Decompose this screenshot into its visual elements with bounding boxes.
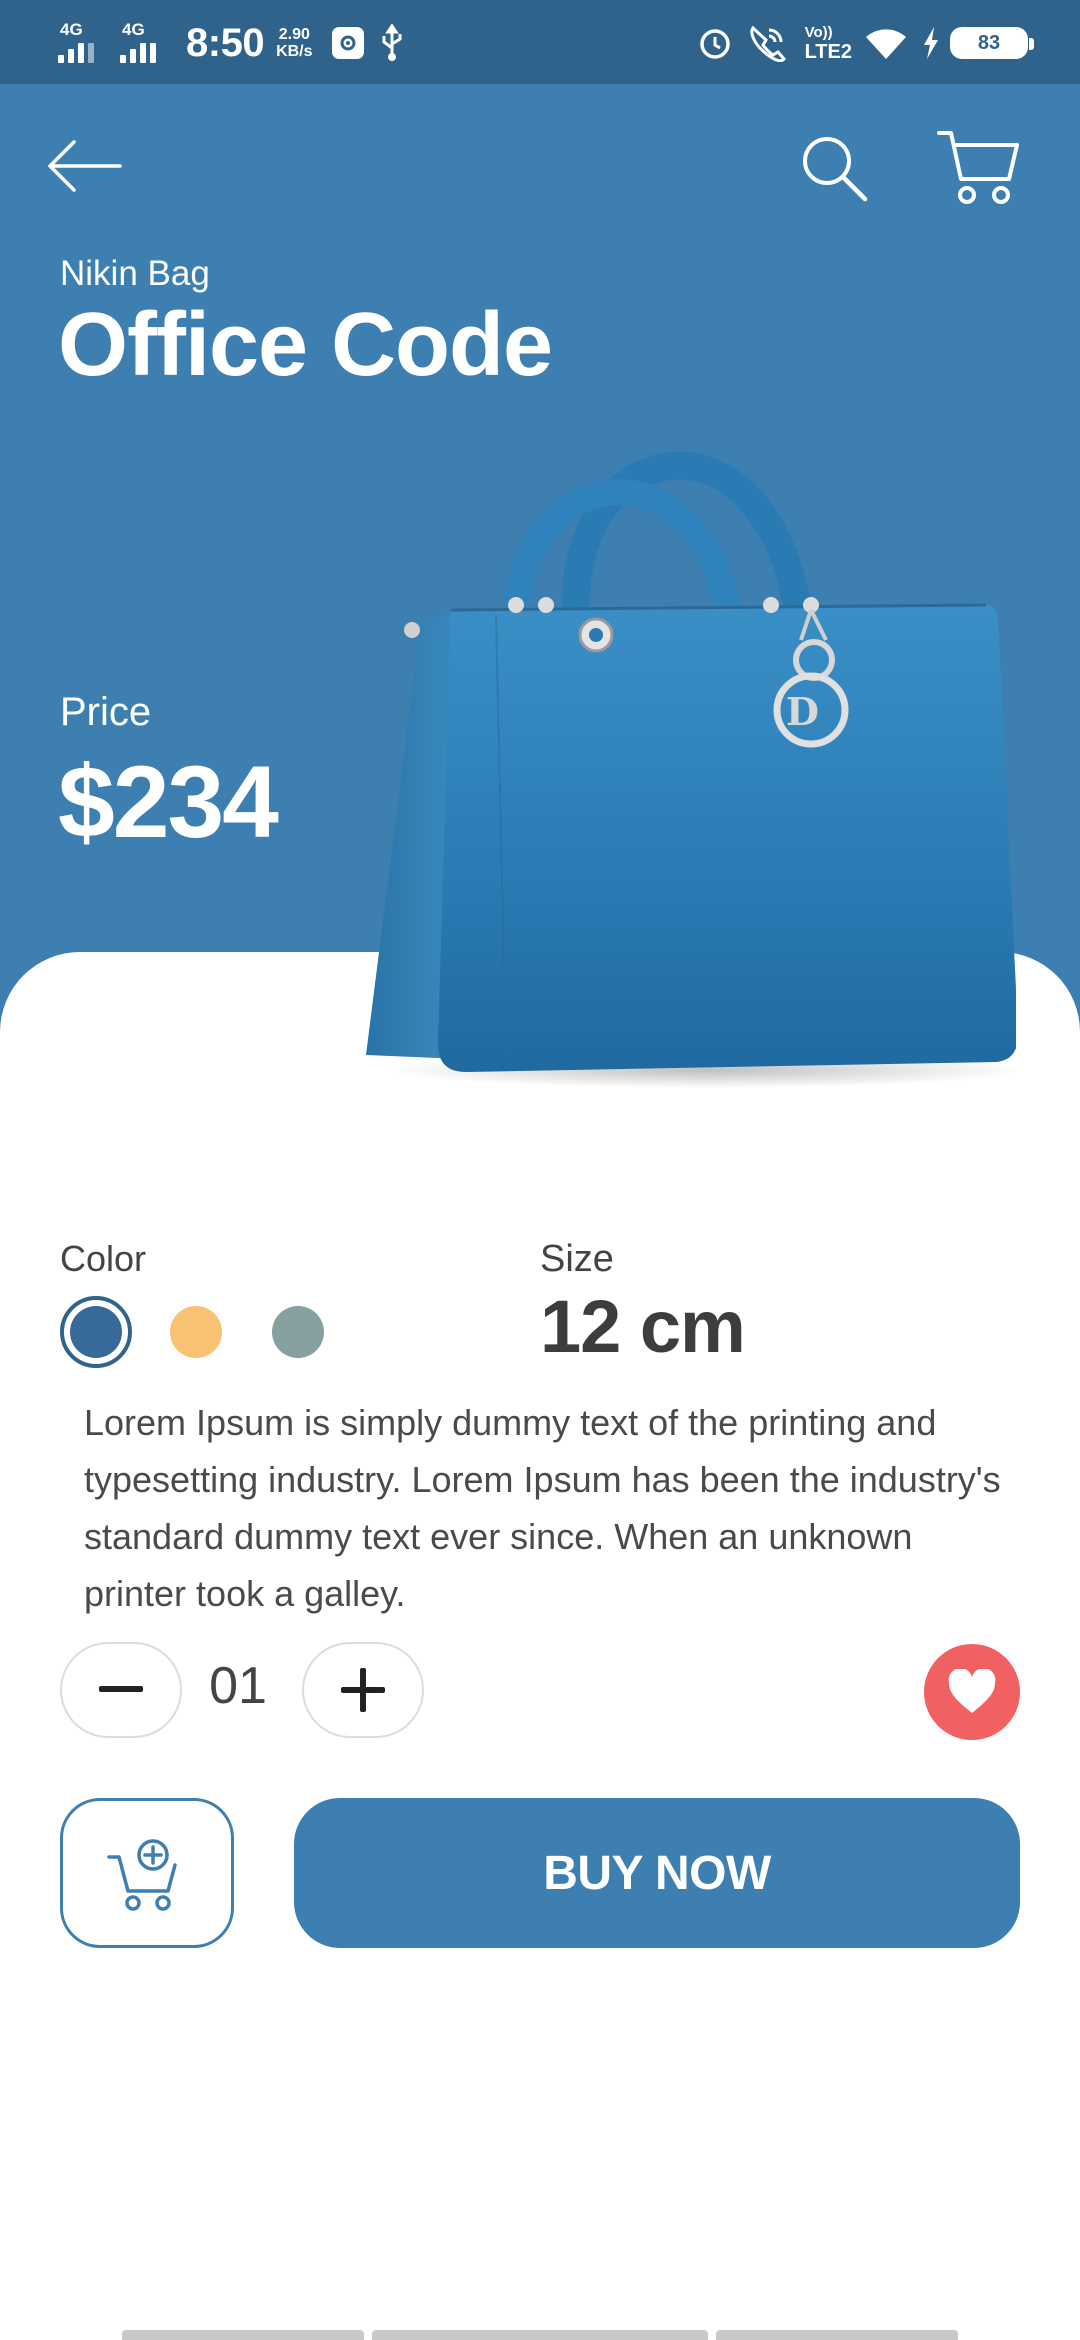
status-bar: 4G 4G 8:50 2.90 KB/s Vo)) LTE2 83 [0, 0, 1080, 84]
network-type: 4G [122, 20, 145, 39]
lte-label: LTE2 [804, 40, 852, 63]
product-description: Lorem Ipsum is simply dummy text of the … [84, 1402, 1001, 1614]
arrow-left-icon [48, 140, 122, 192]
color-swatch-yellow[interactable] [170, 1306, 222, 1358]
network-speed: 2.90 KB/s [276, 26, 312, 60]
nav-handle [716, 2330, 958, 2340]
volte-label: Vo)) [804, 23, 833, 41]
color-swatches [60, 1296, 324, 1368]
size-value: 12 cm [540, 1285, 746, 1368]
back-button[interactable] [44, 136, 124, 196]
clock: 8:50 [186, 20, 265, 65]
network-type: 4G [60, 20, 83, 39]
usb-icon [379, 24, 405, 62]
nav-handle [372, 2330, 708, 2340]
size-label: Size [540, 1238, 614, 1280]
speed-value: 2.90 [278, 26, 310, 43]
cart-icon [937, 131, 1019, 204]
volte-indicator: Vo)) LTE2 [805, 24, 852, 63]
signal-icon: 4G [58, 21, 110, 65]
color-swatch-blue[interactable] [60, 1296, 132, 1368]
cart-button[interactable] [932, 126, 1022, 210]
battery-level: 83 [977, 31, 1001, 54]
product-detail-screen: 4G 4G 8:50 2.90 KB/s Vo)) LTE2 83 Nikin … [0, 0, 1080, 2340]
detail-card [0, 952, 1080, 2340]
speed-unit: KB/s [276, 43, 313, 60]
price-value: $234 [58, 745, 279, 859]
search-icon [803, 137, 868, 202]
signal-icon: 4G [120, 21, 172, 65]
product-brand: Nikin Bag [60, 254, 210, 293]
plus-icon [341, 1668, 385, 1712]
nav-handle [122, 2330, 364, 2340]
wifi-icon [864, 25, 908, 61]
minus-icon [99, 1686, 143, 1692]
color-label: Color [60, 1238, 147, 1279]
price-label: Price [60, 690, 152, 734]
quantity-value: 01 [209, 1657, 267, 1715]
alarm-icon [697, 25, 733, 61]
product-title: Office Code [58, 295, 553, 395]
cart-add-icon [107, 1839, 177, 1911]
settings-notification-icon [331, 26, 365, 60]
quantity-increase-button[interactable] [302, 1642, 424, 1738]
charging-icon [922, 27, 940, 59]
color-swatch-gray[interactable] [272, 1306, 324, 1358]
search-button[interactable] [796, 130, 872, 206]
svg-text:D: D [786, 689, 819, 734]
buy-now-button[interactable]: BUY NOW [294, 1798, 1020, 1948]
product-image: D [366, 451, 1016, 1088]
add-to-cart-button[interactable] [60, 1798, 234, 1948]
favorite-button[interactable] [924, 1644, 1020, 1740]
heart-icon [948, 1669, 996, 1713]
battery-icon: 83 [950, 27, 1034, 59]
wifi-call-icon [747, 24, 787, 62]
quantity-decrease-button[interactable] [60, 1642, 182, 1738]
